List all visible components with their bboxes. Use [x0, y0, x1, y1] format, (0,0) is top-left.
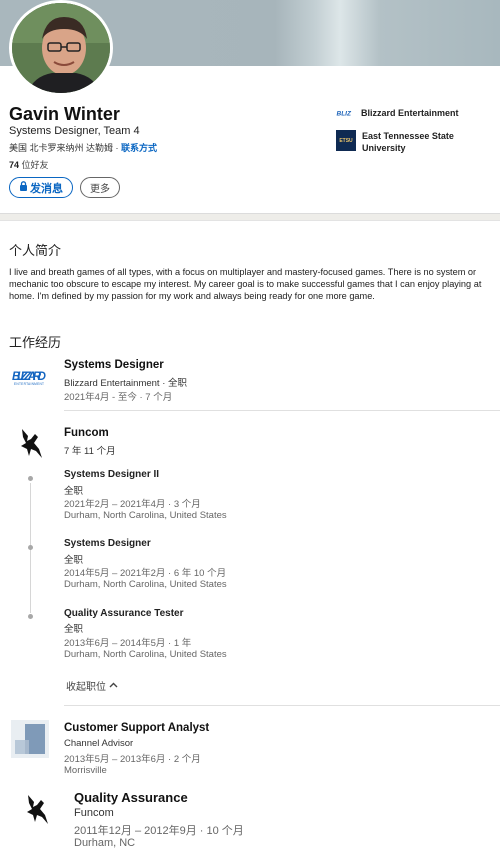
role-type: 全职	[64, 555, 84, 566]
role-dates: 2021年2月 – 2021年4月 · 3 个月	[64, 499, 201, 510]
education-school[interactable]: ETSU East Tennessee State University	[336, 130, 454, 154]
friends-number: 74	[9, 160, 20, 170]
job-company: Blizzard Entertainment · 全职	[64, 378, 188, 389]
job-company: Funcom	[74, 807, 114, 819]
job-location: Morrisville	[64, 765, 107, 776]
lock-icon	[19, 181, 28, 194]
job-company: Channel Advisor	[64, 738, 134, 749]
etsu-logo-icon: ETSU	[336, 130, 356, 151]
experience-divider	[64, 410, 500, 411]
timeline-dot	[28, 476, 33, 481]
role-type: 全职	[64, 624, 84, 635]
company-duration: 7 年 11 个月	[64, 446, 116, 457]
profile-name: Gavin Winter	[9, 104, 120, 124]
location-text: 美国 北卡罗来纳州 达勒姆 ·	[9, 143, 121, 153]
job-dates: 2013年5月 – 2013年6月 · 2 个月	[64, 754, 201, 765]
school-name: East Tennessee State University	[362, 130, 454, 154]
timeline-dot	[28, 545, 33, 550]
message-button-label: 发消息	[30, 182, 63, 195]
role-location: Durham, North Carolina, United States	[64, 649, 227, 660]
more-button[interactable]: 更多	[80, 177, 120, 198]
experience-section-title: 工作经历	[9, 335, 62, 350]
section-divider	[0, 213, 500, 221]
role-location: Durham, North Carolina, United States	[64, 510, 227, 521]
avatar-photo	[12, 3, 110, 93]
role-title[interactable]: Quality Assurance Tester	[64, 608, 184, 619]
role-title[interactable]: Systems Designer II	[64, 469, 159, 480]
school-name-line1: East Tennessee State	[362, 131, 454, 141]
collapse-label: 收起职位	[66, 682, 106, 693]
chevron-up-icon	[109, 680, 118, 691]
message-button[interactable]: 发消息	[9, 177, 73, 198]
current-company[interactable]: BLIZ Blizzard Entertainment	[336, 108, 459, 118]
profile-location: 美国 北卡罗来纳州 达勒姆 · 联系方式	[9, 141, 157, 154]
timeline-dot	[28, 614, 33, 619]
role-location: Durham, North Carolina, United States	[64, 579, 227, 590]
funcom-logo-icon[interactable]	[24, 791, 50, 825]
blizzard-logo-icon: BLIZ	[336, 109, 355, 118]
current-company-name: Blizzard Entertainment	[361, 108, 459, 118]
channel-advisor-logo-icon[interactable]	[11, 720, 49, 758]
friends-label: 位好友	[19, 160, 49, 170]
experience-divider	[64, 705, 500, 706]
svg-text:BLIZ: BLIZ	[337, 111, 352, 118]
company-name-funcom[interactable]: Funcom	[64, 427, 109, 439]
funcom-logo-icon[interactable]	[18, 425, 44, 459]
job-dates: 2011年12月 – 2012年9月 · 10 个月	[74, 825, 244, 837]
etsu-logo-text: ETSU	[339, 137, 353, 144]
more-button-label: 更多	[90, 184, 110, 195]
role-type: 全职	[64, 486, 84, 497]
role-dates: 2014年5月 – 2021年2月 · 6 年 10 个月	[64, 568, 227, 579]
profile-headline: Systems Designer, Team 4	[9, 125, 140, 137]
role-dates: 2013年6月 – 2014年5月 · 1 年	[64, 638, 192, 649]
school-name-line2: University	[362, 143, 406, 153]
about-section-title: 个人简介	[9, 243, 62, 258]
role-title[interactable]: Systems Designer	[64, 538, 151, 549]
svg-text:ENTERTAINMENT: ENTERTAINMENT	[14, 382, 44, 386]
avatar[interactable]	[9, 0, 113, 96]
job-location: Durham, NC	[74, 837, 136, 849]
contact-info-link[interactable]: 联系方式	[121, 143, 157, 153]
collapse-positions-button[interactable]: 收起职位	[66, 678, 118, 693]
job-title-systems-designer[interactable]: Systems Designer	[64, 359, 164, 371]
job-dates: 2021年4月 - 至今 · 7 个月	[64, 392, 173, 403]
friends-count[interactable]: 74 位好友	[9, 158, 49, 171]
blizzard-logo-icon[interactable]: BLIZZARD ENTERTAINMENT	[12, 367, 48, 387]
job-title-quality-assurance[interactable]: Quality Assurance	[74, 790, 188, 805]
about-text: I live and breath games of all types, wi…	[9, 267, 482, 301]
job-title-customer-support[interactable]: Customer Support Analyst	[64, 722, 209, 734]
